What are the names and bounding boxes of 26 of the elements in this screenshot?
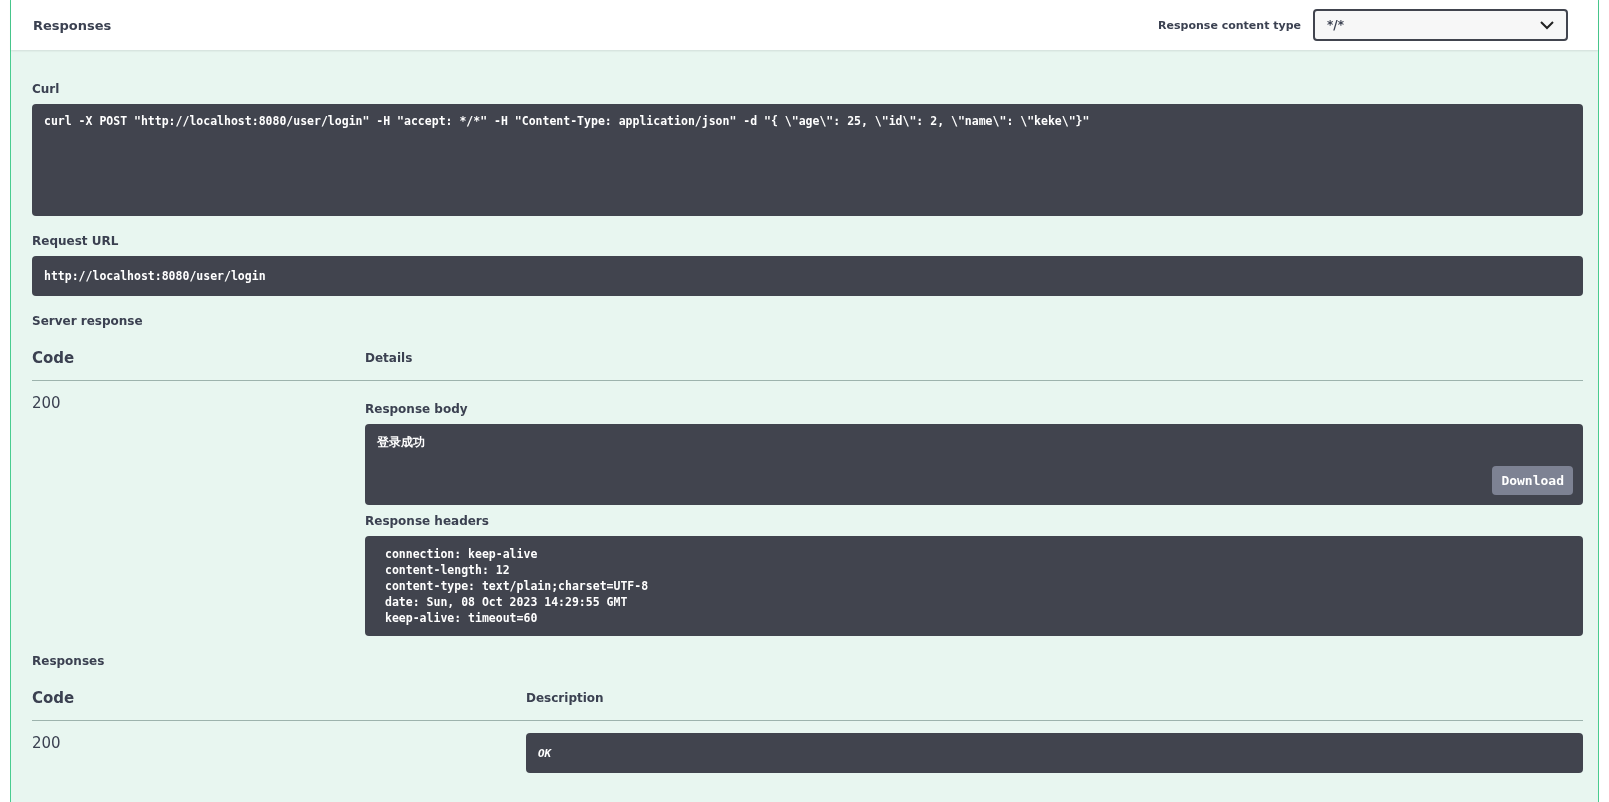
header-line: date: Sun, 08 Oct 2023 14:29:55 GMT bbox=[385, 594, 629, 610]
column-header: Code bbox=[32, 349, 76, 367]
content-type-select[interactable]: */* bbox=[1313, 9, 1568, 41]
responses-label: Responses bbox=[32, 654, 106, 668]
header-line: content-length: 12 bbox=[385, 562, 511, 578]
response-headers-label: Response headers bbox=[365, 514, 490, 528]
curl-command: curl -X POST "http://localhost:8080/user/login" -H "accept: */*" -H "Content-Type: application/json" -d "{ \"age\": 25, \"id\": 2, \"name\": \"keke\"}" bbox=[32, 104, 1583, 216]
response-body-label: Response body bbox=[365, 402, 469, 416]
request-url-label: Request URL bbox=[32, 234, 120, 248]
section-title: Responses bbox=[33, 17, 112, 33]
header-line: content-type: text/plain;charset=UTF-8 bbox=[385, 578, 650, 594]
header-line: connection: keep-alive bbox=[385, 546, 539, 562]
column-header: Description bbox=[526, 691, 604, 705]
status-code: 200 bbox=[32, 394, 62, 412]
content-type-label: Response content type bbox=[1158, 18, 1301, 32]
description-text: OK bbox=[526, 733, 1583, 773]
column-header: Code bbox=[32, 689, 76, 707]
request-url: http://localhost:8080/user/login bbox=[32, 256, 1583, 296]
chevron-down-icon bbox=[1540, 20, 1554, 30]
server-response-label: Server response bbox=[32, 314, 144, 328]
column-header: Details bbox=[365, 351, 413, 365]
download-button[interactable]: Download bbox=[1492, 466, 1573, 495]
response-body-text: 登录成功 bbox=[377, 435, 425, 449]
header-line: keep-alive: timeout=60 bbox=[385, 610, 539, 626]
status-code: 200 bbox=[32, 734, 62, 752]
curl-label: Curl bbox=[32, 82, 61, 96]
